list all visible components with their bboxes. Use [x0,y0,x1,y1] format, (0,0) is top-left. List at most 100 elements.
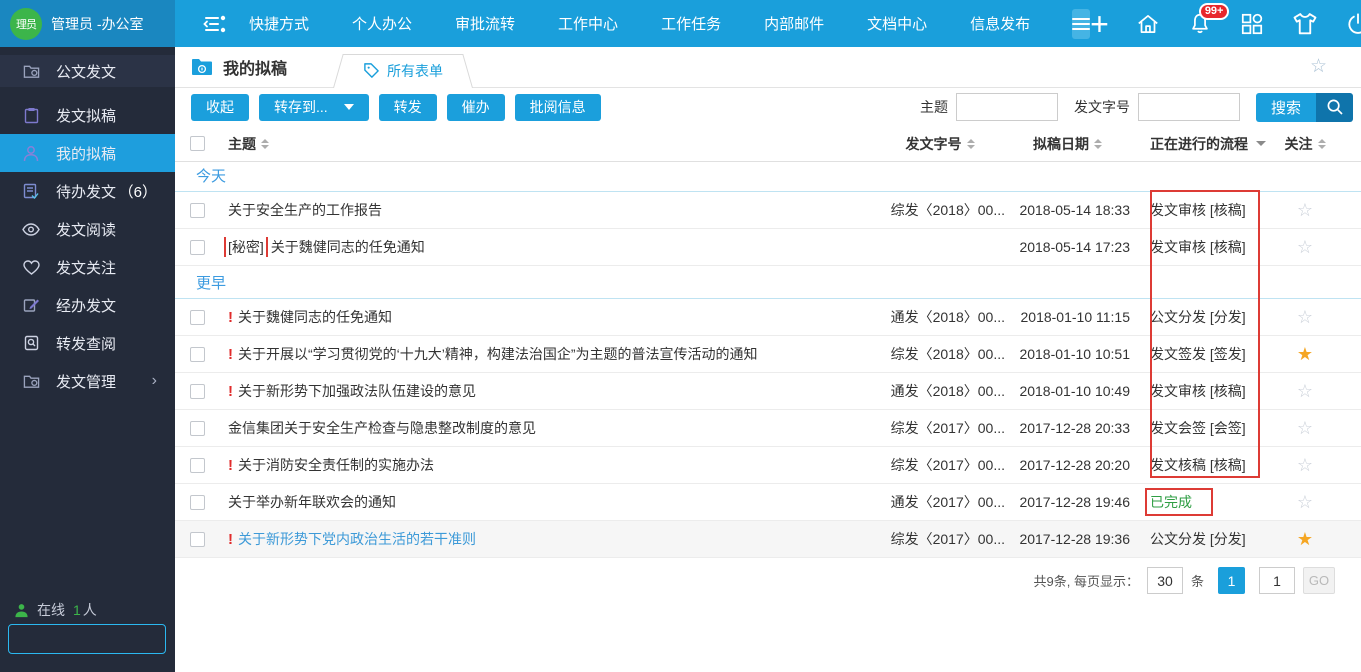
table-row[interactable]: !关于开展以“学习贯彻党的‘十九大’精神，构建法治国企”为主题的普法宣传活动的通… [175,336,1361,373]
subject-input[interactable] [956,93,1058,121]
table-row[interactable]: !关于新形势下加强政法队伍建设的意见 通发〈2018〉00... 2018-01… [175,373,1361,410]
table-row[interactable]: 关于举办新年联欢会的通知 通发〈2017〉00... 2017-12-28 19… [175,484,1361,521]
heart-icon [22,258,40,276]
urgent-icon: ! [228,531,233,548]
sidebar-item-fawen-yuedu[interactable]: 发文阅读 [0,210,175,248]
table-row[interactable]: !关于魏健同志的任免通知 通发〈2018〉00... 2018-01-10 11… [175,299,1361,336]
star-icon[interactable]: ☆ [1297,308,1313,326]
nav-item-work-tasks[interactable]: 工作任务 [661,13,721,34]
layout-toggle-icon[interactable] [203,14,227,34]
sort-icon[interactable] [261,139,269,149]
star-icon[interactable]: ☆ [1297,456,1313,474]
sort-icon[interactable] [1094,139,1102,149]
row-title[interactable]: 金信集团关于安全生产检查与隐患整改制度的意见 [228,418,536,438]
save-to-button[interactable]: 转存到... [259,94,369,121]
row-title[interactable]: 关于魏健同志的任免通知 [238,307,392,327]
sort-icon[interactable] [1318,139,1326,149]
table-row[interactable]: !关于消防安全责任制的实施办法 综发〈2017〉00... 2017-12-28… [175,447,1361,484]
nav-item-internal-mail[interactable]: 内部邮件 [764,13,824,34]
urge-button[interactable]: 催办 [447,94,505,121]
main-content: 我的拟稿 所有表单 ☆ 收起 转存到... 转发 催办 批阅信息 主题 发文字号 [175,47,1361,672]
row-checkbox[interactable] [190,532,205,547]
select-all-checkbox[interactable] [190,136,205,151]
star-icon[interactable]: ☆ [1297,238,1313,256]
goto-page-input[interactable] [1259,567,1295,594]
sidebar-item-jingban-fawen[interactable]: 经办发文 [0,286,175,324]
star-icon[interactable]: ☆ [1297,201,1313,219]
nav-item-approval-flow[interactable]: 审批流转 [455,13,515,34]
theme-shirt-icon[interactable] [1291,11,1319,37]
row-checkbox[interactable] [190,495,205,510]
sidebar-item-fawen-nigao[interactable]: 发文拟稿 [0,96,175,134]
header-docno[interactable]: 发文字号 [906,134,962,154]
sidebar-item-fawen-guanli[interactable]: 发文管理 › [0,362,175,400]
header-flow[interactable]: 正在进行的流程 [1150,134,1248,154]
row-date: 2018-05-14 18:33 [1005,202,1130,218]
forward-button[interactable]: 转发 [379,94,437,121]
sort-icon[interactable] [967,139,975,149]
user-area[interactable]: 理员 管理员 -办公室 [0,0,175,47]
row-docno: 综发〈2017〉00... [875,418,1005,438]
row-checkbox[interactable] [190,384,205,399]
nav-item-document-center[interactable]: 文档中心 [867,13,927,34]
row-title[interactable]: 关于消防安全责任制的实施办法 [238,455,434,475]
sidebar-search-input[interactable] [9,625,201,653]
star-icon[interactable]: ★ [1297,345,1313,363]
header-date[interactable]: 拟稿日期 [1033,134,1089,154]
current-page-button[interactable]: 1 [1218,567,1245,594]
online-status: 在线 1 人 [0,600,175,620]
header-star[interactable]: 关注 [1285,134,1313,154]
apps-grid-icon[interactable] [1239,11,1265,37]
row-title[interactable]: 关于新形势下加强政法队伍建设的意见 [238,381,476,401]
row-checkbox[interactable] [190,347,205,362]
username: 管理员 -办公室 [51,14,144,34]
notification-badge: 99+ [1199,3,1230,20]
header-subject[interactable]: 主题 [228,134,256,154]
nav-item-shortcuts[interactable]: 快捷方式 [249,13,309,34]
row-checkbox[interactable] [190,421,205,436]
nav-item-personal-office[interactable]: 个人办公 [352,13,412,34]
star-icon[interactable]: ☆ [1297,493,1313,511]
row-checkbox[interactable] [190,458,205,473]
star-icon[interactable]: ☆ [1297,419,1313,437]
star-icon[interactable]: ★ [1297,530,1313,548]
tab-all-forms[interactable]: 所有表单 [333,54,473,87]
filter-caret-icon[interactable] [1256,141,1266,146]
go-button[interactable]: GO [1303,567,1335,594]
row-title[interactable]: 关于开展以“学习贯彻党的‘十九大’精神，构建法治国企”为主题的普法宣传活动的通知 [238,344,758,364]
docno-input[interactable] [1138,93,1240,121]
row-checkbox[interactable] [190,203,205,218]
search-button[interactable]: 搜索 [1256,93,1353,122]
sidebar-item-wode-nigao[interactable]: 我的拟稿 [0,134,175,172]
folder-title-icon [191,58,213,76]
nav-item-info-publish[interactable]: 信息发布 [970,13,1030,34]
page-size-input[interactable] [1147,567,1183,594]
sidebar-item-gongwen-fawen[interactable]: 公文发文 [0,55,175,87]
row-checkbox[interactable] [190,310,205,325]
row-checkbox[interactable] [190,240,205,255]
sidebar-item-fawen-guanzhu[interactable]: 发文关注 [0,248,175,286]
sidebar-item-label: 发文管理 [56,371,116,392]
star-icon[interactable]: ☆ [1297,382,1313,400]
collapse-button[interactable]: 收起 [191,94,249,121]
row-title[interactable]: 关于安全生产的工作报告 [228,200,382,220]
home-icon[interactable] [1135,11,1161,37]
notifications-bell-icon[interactable]: 99+ [1187,11,1213,37]
hamburger-menu-icon[interactable] [1072,9,1090,39]
table-row[interactable]: 关于安全生产的工作报告 综发〈2018〉00... 2018-05-14 18:… [175,192,1361,229]
table-row[interactable]: [秘密]关于魏健同志的任免通知 2018-05-14 17:23 发文审核 [核… [175,229,1361,266]
add-icon[interactable]: + [1090,11,1109,37]
row-title[interactable]: 关于新形势下党内政治生活的若干准则 [238,529,476,549]
nav-item-work-center[interactable]: 工作中心 [558,13,618,34]
power-logout-icon[interactable] [1345,11,1361,37]
table-row[interactable]: !关于新形势下党内政治生活的若干准则 综发〈2017〉00... 2017-12… [175,521,1361,558]
sidebar-item-daiban-fawen[interactable]: 待办发文 （6） [0,172,175,210]
avatar[interactable]: 理员 [10,8,42,40]
favorite-star-icon[interactable]: ☆ [1310,57,1327,76]
sidebar-item-zhuanfa-chayue[interactable]: 转发查阅 [0,324,175,362]
row-title[interactable]: 关于魏健同志的任免通知 [271,237,425,257]
row-title[interactable]: 关于举办新年联欢会的通知 [228,492,396,512]
table-row[interactable]: 金信集团关于安全生产检查与隐患整改制度的意见 综发〈2017〉00... 201… [175,410,1361,447]
review-info-button[interactable]: 批阅信息 [515,94,601,121]
row-flow: 公文分发 [分发] [1130,307,1275,327]
